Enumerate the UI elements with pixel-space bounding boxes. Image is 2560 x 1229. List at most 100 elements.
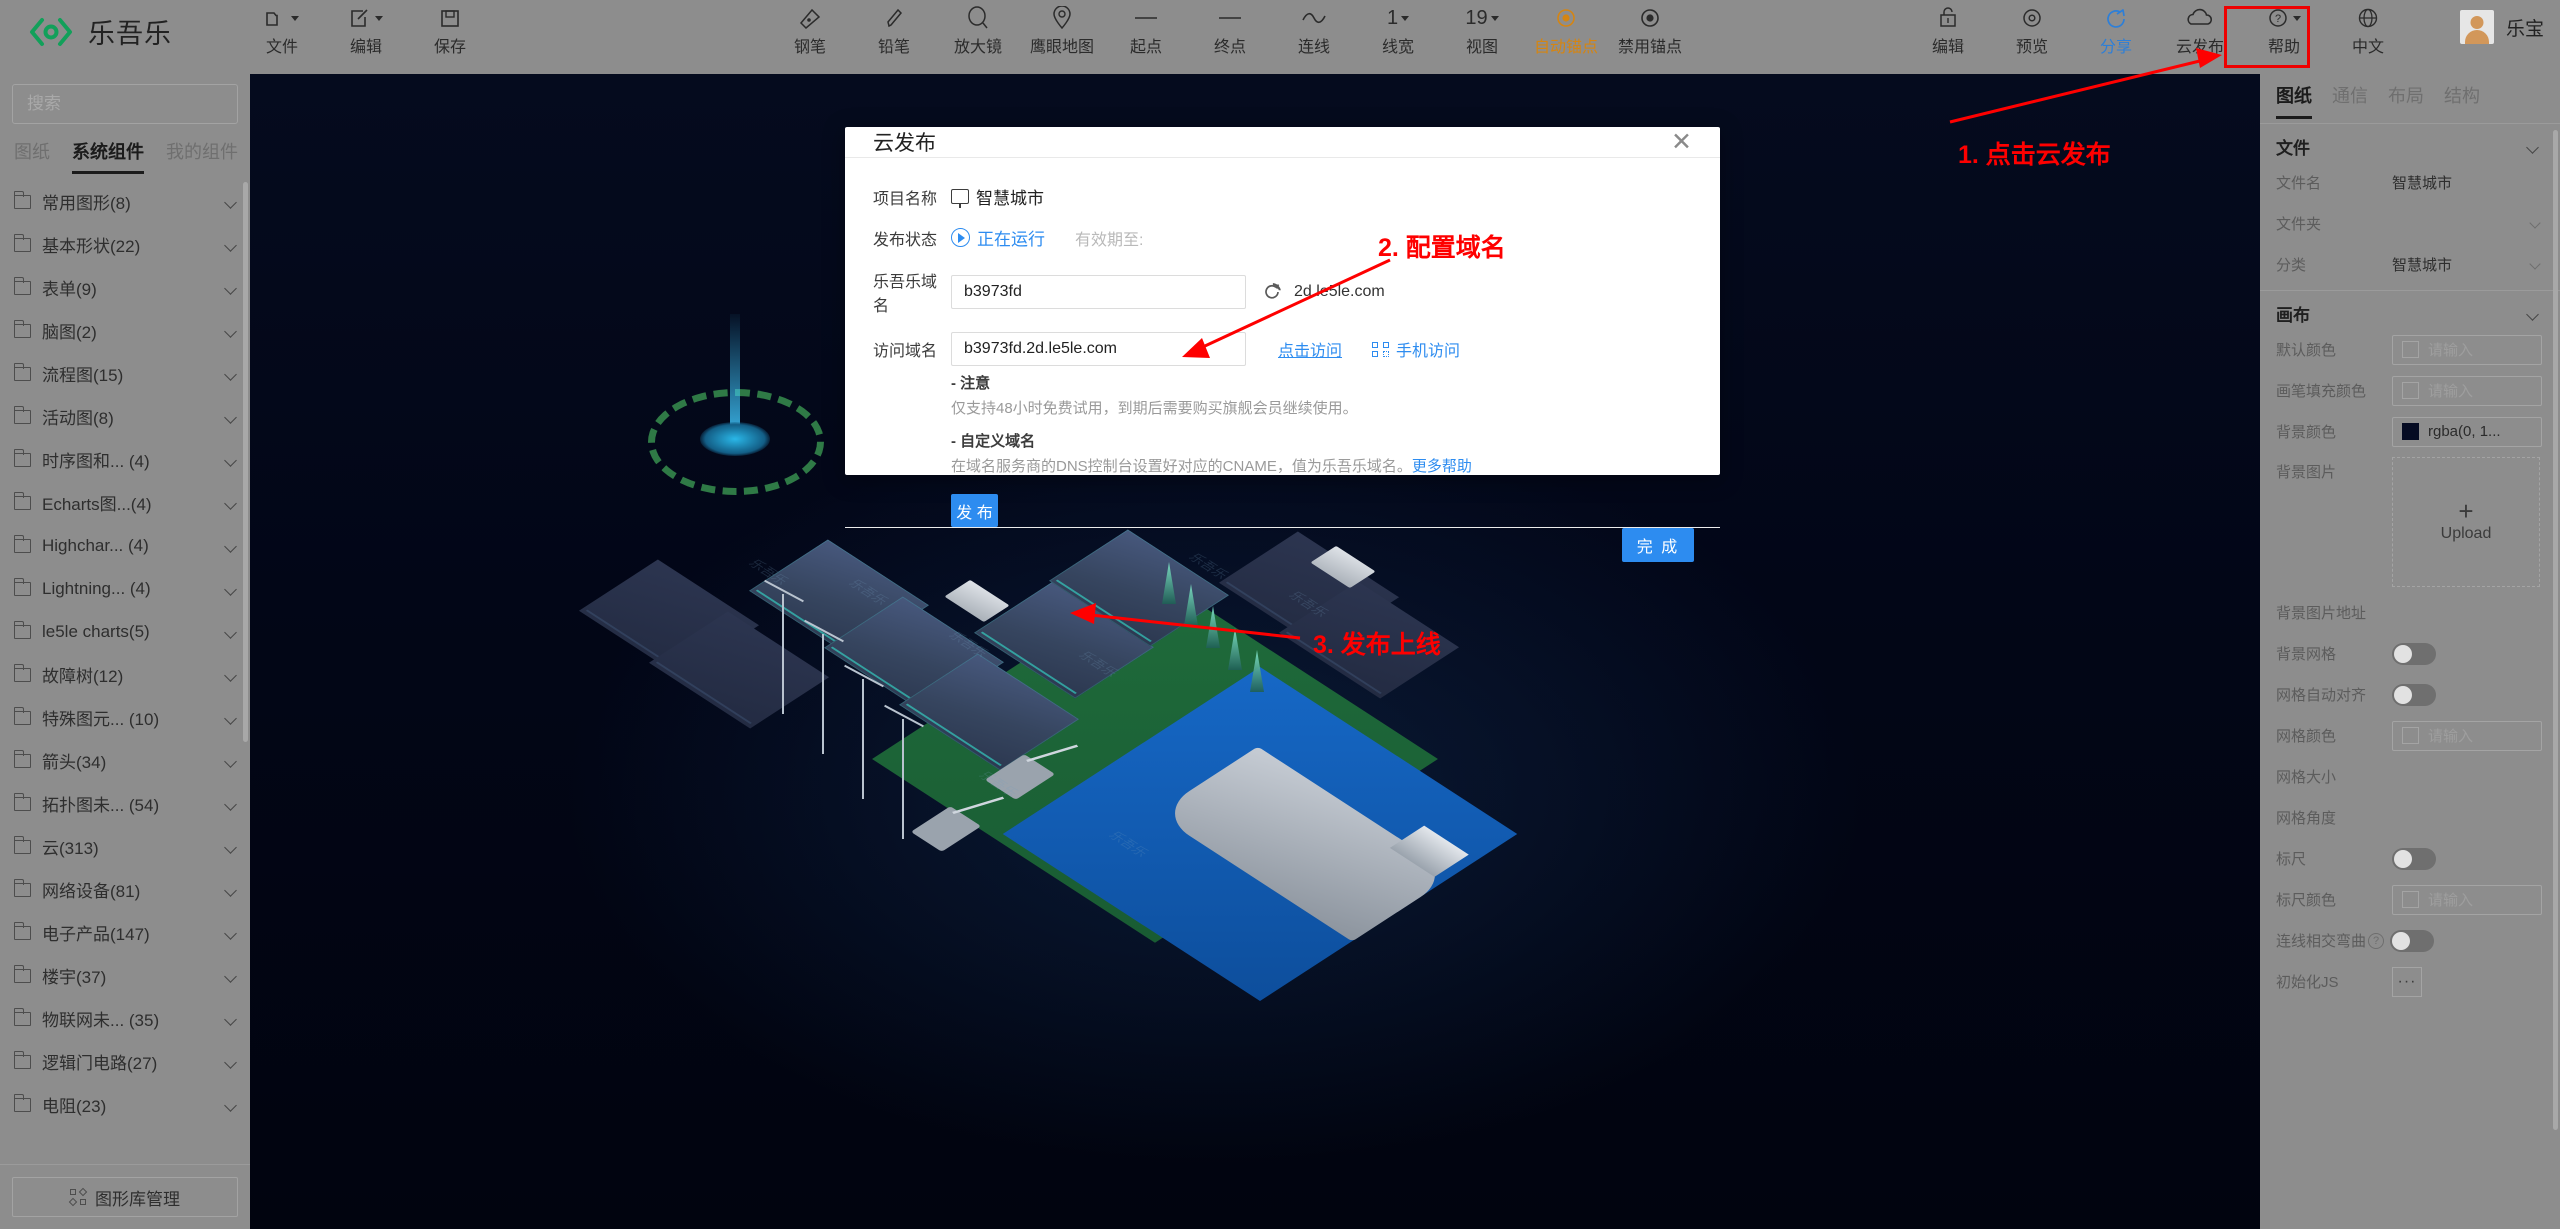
- list-item[interactable]: 表单(9): [0, 266, 250, 309]
- list-item[interactable]: 流程图(15): [0, 352, 250, 395]
- chevron-down-icon[interactable]: [225, 886, 238, 894]
- help-question-icon[interactable]: ?: [2368, 932, 2385, 949]
- tool-auto-anchor[interactable]: 自动锚点: [1524, 0, 1608, 57]
- chevron-down-icon[interactable]: [225, 542, 238, 550]
- list-item[interactable]: 特殊图元... (10): [0, 696, 250, 739]
- list-item[interactable]: 故障树(12): [0, 653, 250, 696]
- list-item[interactable]: 云(313): [0, 825, 250, 868]
- list-item[interactable]: 电子产品(147): [0, 911, 250, 954]
- tool-line-end[interactable]: 终点: [1188, 0, 1272, 57]
- chevron-down-icon[interactable]: [225, 757, 238, 765]
- init-js-edit-button[interactable]: ···: [2392, 966, 2422, 997]
- tab-drawing[interactable]: 图纸: [2276, 82, 2312, 119]
- list-item[interactable]: 时序图和... (4): [0, 438, 250, 481]
- list-item[interactable]: Echarts图...(4): [0, 481, 250, 524]
- list-item[interactable]: 箭头(34): [0, 739, 250, 782]
- chevron-down-icon[interactable]: [225, 241, 238, 249]
- tool-help[interactable]: ? 帮助: [2242, 0, 2326, 57]
- list-item[interactable]: 电阻(23): [0, 1083, 250, 1126]
- chevron-down-icon[interactable]: [2530, 259, 2542, 271]
- chevron-down-icon[interactable]: [2530, 218, 2542, 230]
- field-value[interactable]: 智慧城市: [2392, 254, 2542, 275]
- chevron-down-icon[interactable]: [225, 972, 238, 980]
- color-input[interactable]: 请输入: [2392, 884, 2542, 915]
- tool-share[interactable]: 分享: [2074, 0, 2158, 57]
- list-item[interactable]: 逻辑门电路(27): [0, 1040, 250, 1083]
- line-cross-curve-toggle[interactable]: [2390, 929, 2435, 952]
- list-item[interactable]: 活动图(8): [0, 395, 250, 438]
- tab-layout[interactable]: 布局: [2388, 82, 2424, 119]
- refresh-icon[interactable]: [1262, 282, 1282, 302]
- access-domain-input[interactable]: [951, 332, 1246, 366]
- close-icon[interactable]: ✕: [1671, 129, 1692, 155]
- color-input[interactable]: rgba(0, 1...: [2392, 416, 2542, 447]
- chevron-down-icon[interactable]: [225, 843, 238, 851]
- visit-link[interactable]: 点击访问: [1278, 337, 1342, 361]
- color-swatch[interactable]: [2402, 727, 2419, 744]
- chevron-down-icon[interactable]: [225, 198, 238, 206]
- tool-magnifier[interactable]: 放大镜: [936, 0, 1020, 57]
- chevron-down-icon[interactable]: [225, 800, 238, 808]
- list-item[interactable]: Lightning... (4): [0, 567, 250, 610]
- tool-eagle-eye-map[interactable]: 鹰眼地图: [1020, 0, 1104, 57]
- tool-view-zoom[interactable]: 19 视图: [1440, 0, 1524, 57]
- chevron-down-icon[interactable]: [225, 1015, 238, 1023]
- chevron-down-icon[interactable]: [225, 1058, 238, 1066]
- list-item[interactable]: 拓扑图未... (54): [0, 782, 250, 825]
- section-canvas-header[interactable]: 画布: [2260, 291, 2560, 334]
- chevron-down-icon[interactable]: [225, 413, 238, 421]
- chevron-down-icon[interactable]: [225, 714, 238, 722]
- chevron-down-icon[interactable]: [225, 284, 238, 292]
- upload-background-image-button[interactable]: + Upload: [2392, 457, 2540, 587]
- background-grid-toggle[interactable]: [2392, 642, 2436, 665]
- tool-preview[interactable]: 预览: [1990, 0, 2074, 57]
- chevron-down-icon[interactable]: [225, 929, 238, 937]
- more-help-link[interactable]: 更多帮助: [1412, 458, 1472, 475]
- done-button[interactable]: 完 成: [1622, 528, 1694, 562]
- tab-communication[interactable]: 通信: [2332, 82, 2368, 119]
- tab-my-components[interactable]: 我的组件: [166, 138, 238, 174]
- qr-code-icon[interactable]: [1372, 341, 1390, 357]
- color-swatch[interactable]: [2402, 423, 2419, 440]
- color-input[interactable]: 请输入: [2392, 720, 2542, 751]
- list-item[interactable]: 网络设备(81): [0, 868, 250, 911]
- color-swatch[interactable]: [2402, 382, 2419, 399]
- field-value[interactable]: 智慧城市: [2392, 172, 2542, 193]
- shape-library-manage-button[interactable]: 图形库管理: [12, 1177, 238, 1217]
- chevron-down-icon[interactable]: [225, 499, 238, 507]
- tool-line-start[interactable]: 起点: [1104, 0, 1188, 57]
- tool-edit[interactable]: 编辑: [324, 0, 408, 57]
- domain-input[interactable]: [951, 275, 1246, 309]
- tool-cloud-publish[interactable]: 云发布: [2158, 0, 2242, 57]
- publish-button[interactable]: 发 布: [951, 494, 998, 527]
- tool-pencil[interactable]: 铅笔: [852, 0, 936, 57]
- color-input[interactable]: 请输入: [2392, 334, 2542, 365]
- ruler-toggle[interactable]: [2392, 847, 2436, 870]
- list-item[interactable]: le5le charts(5): [0, 610, 250, 653]
- chevron-down-icon[interactable]: [225, 456, 238, 464]
- grid-auto-align-toggle[interactable]: [2392, 683, 2436, 706]
- user-menu[interactable]: 乐宝: [2459, 10, 2544, 44]
- tool-line-width[interactable]: 1 线宽: [1356, 0, 1440, 57]
- list-item[interactable]: 常用图形(8): [0, 180, 250, 223]
- chevron-down-icon[interactable]: [2527, 143, 2540, 151]
- left-panel-scrollbar[interactable]: [243, 182, 248, 742]
- chevron-down-icon[interactable]: [225, 370, 238, 378]
- tab-system-components[interactable]: 系统组件: [72, 138, 144, 174]
- list-item[interactable]: 脑图(2): [0, 309, 250, 352]
- tool-edit-mode[interactable]: 编辑: [1906, 0, 1990, 57]
- list-item[interactable]: 物联网未... (35): [0, 997, 250, 1040]
- chevron-down-icon[interactable]: [225, 671, 238, 679]
- color-input[interactable]: 请输入: [2392, 375, 2542, 406]
- chevron-down-icon[interactable]: [225, 1101, 238, 1109]
- tool-connector[interactable]: 连线: [1272, 0, 1356, 57]
- tool-file[interactable]: 文件: [240, 0, 324, 57]
- list-item[interactable]: Highchar... (4): [0, 524, 250, 567]
- search-input[interactable]: [12, 84, 238, 124]
- color-swatch[interactable]: [2402, 891, 2419, 908]
- color-swatch[interactable]: [2402, 341, 2419, 358]
- field-value[interactable]: [2392, 218, 2542, 230]
- list-item[interactable]: 基本形状(22): [0, 223, 250, 266]
- tool-disable-anchor[interactable]: 禁用锚点: [1608, 0, 1692, 57]
- tab-structure[interactable]: 结构: [2444, 82, 2480, 119]
